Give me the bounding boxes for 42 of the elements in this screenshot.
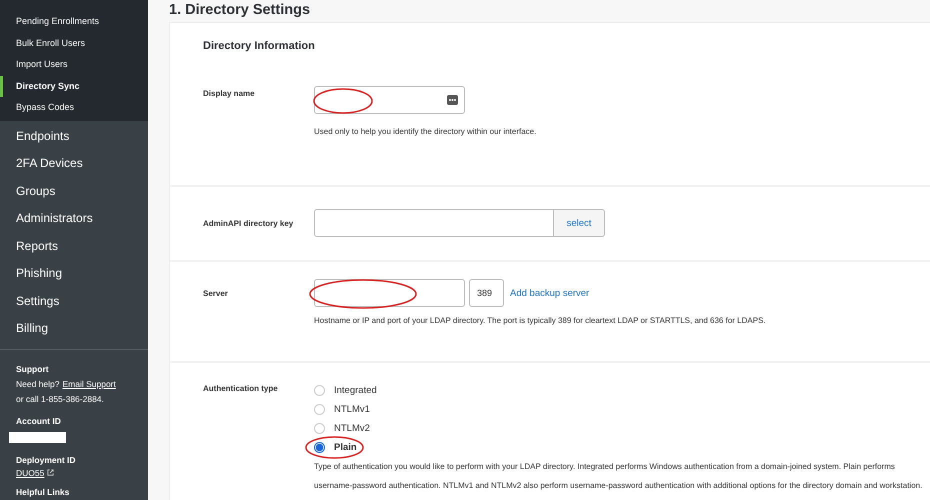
add-backup-server-link[interactable]: Add backup server bbox=[510, 288, 590, 298]
field-label: Server bbox=[203, 288, 229, 300]
field-label: Display name bbox=[203, 88, 256, 100]
email-support-link[interactable]: Email Support bbox=[62, 379, 116, 389]
directory-key-field[interactable] bbox=[314, 209, 554, 237]
submenu-item[interactable]: Import Users bbox=[0, 54, 148, 76]
field-hint: Hostname or IP and port of your LDAP directory. The port is typically 389 for cleartext LDAP or STARTTLS, and 636 for LDAPS. bbox=[314, 315, 766, 327]
section-title: Directory Information bbox=[202, 39, 316, 53]
account-id-title: Account ID bbox=[16, 414, 62, 428]
radio-option[interactable]: NTLMv1 bbox=[314, 400, 378, 419]
help-text: Need help? bbox=[16, 378, 60, 391]
call-text: or call 1-855-386-2884. bbox=[16, 392, 105, 406]
nav-item[interactable]: Phishing bbox=[0, 260, 148, 288]
radio-option[interactable]: NTLMv2 bbox=[314, 419, 378, 438]
submenu-item[interactable]: Pending Enrollments bbox=[0, 11, 148, 32]
submenu-item[interactable]: Bulk Enroll Users bbox=[0, 32, 148, 54]
nav-item[interactable]: 2FA Devices bbox=[0, 150, 148, 178]
redacted-block bbox=[9, 432, 66, 442]
page-title: 1. Directory Settings bbox=[169, 1, 312, 20]
external-link-icon bbox=[47, 469, 54, 476]
submenu-item[interactable]: Directory Sync bbox=[0, 76, 148, 97]
nav-item[interactable]: Reports bbox=[0, 232, 148, 260]
radio-button[interactable] bbox=[314, 442, 325, 453]
nav-item[interactable]: Settings bbox=[0, 288, 148, 315]
select-button[interactable]: select bbox=[554, 209, 605, 237]
nav-item[interactable]: Groups bbox=[0, 178, 148, 205]
submenu-item[interactable]: Bypass Codes bbox=[0, 97, 148, 118]
more-icon bbox=[447, 95, 458, 105]
field-hint: Used only to help you identify the directory within our interface. bbox=[314, 126, 536, 138]
field-label: AdminAPI directory key bbox=[203, 218, 294, 230]
deployment-id-link[interactable]: DUO55 bbox=[16, 468, 44, 478]
deployment-id-title: Deployment ID bbox=[16, 454, 77, 467]
support-title: Support bbox=[16, 362, 50, 376]
nav-item[interactable]: Billing bbox=[0, 315, 148, 342]
nav-item[interactable]: Endpoints bbox=[0, 122, 148, 150]
nav-item[interactable]: Administrators bbox=[0, 205, 148, 232]
field-label: Authentication type bbox=[203, 383, 279, 395]
field-hint: Type of authentication you would like to perform with your LDAP directory. Integrated performs Windows authentication from a domain-joined system. Plain performs username-password authentication. NTLMv1 and NTLMv2 also perform username-password authentication with additional options for the directory domain and workstation. bbox=[314, 461, 924, 492]
radio-option[interactable]: Integrated bbox=[314, 381, 385, 400]
display-name-field[interactable] bbox=[314, 86, 465, 114]
port-field[interactable]: 389 bbox=[469, 279, 504, 307]
helpful-links-title: Helpful Links bbox=[16, 486, 70, 499]
